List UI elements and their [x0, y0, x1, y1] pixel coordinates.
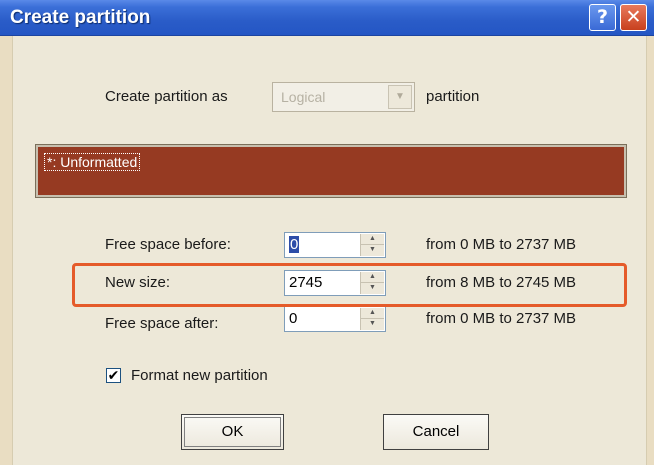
- partition-type-label: Create partition as: [105, 88, 228, 105]
- partition-bar-label: *: Unformatted: [44, 153, 141, 171]
- free-space-after-range: from 0 MB to 2737 MB: [426, 310, 577, 327]
- window-title: Create partition: [10, 7, 151, 28]
- close-icon: ✕: [625, 6, 642, 28]
- help-icon: ?: [596, 6, 609, 28]
- help-button[interactable]: ?: [589, 4, 616, 31]
- ok-button[interactable]: OK: [181, 414, 284, 450]
- free-space-before-value[interactable]: 0: [289, 236, 300, 253]
- free-space-after-spin-buttons[interactable]: ▲ ▼: [360, 308, 384, 330]
- free-space-before-label: Free space before:: [105, 236, 231, 253]
- free-space-after-value[interactable]: 0: [289, 310, 297, 327]
- partition-type-dropdown[interactable]: Logical ▼: [272, 82, 415, 112]
- free-space-before-spin-buttons[interactable]: ▲ ▼: [360, 234, 384, 256]
- free-space-after-spinner[interactable]: 0 ▲ ▼: [284, 306, 386, 332]
- spin-up-icon[interactable]: ▲: [361, 308, 384, 319]
- free-space-before-range: from 0 MB to 2737 MB: [426, 236, 577, 253]
- free-space-before-spinner[interactable]: 0 ▲ ▼: [284, 232, 386, 258]
- cancel-button[interactable]: Cancel: [383, 414, 489, 450]
- title-bar[interactable]: Create partition ? ✕: [0, 0, 654, 36]
- spin-down-icon[interactable]: ▼: [361, 245, 384, 256]
- format-partition-label[interactable]: Format new partition: [131, 367, 268, 384]
- free-space-after-label: Free space after:: [105, 315, 219, 332]
- chevron-down-icon[interactable]: ▼: [388, 85, 412, 109]
- partition-suffix-label: partition: [426, 88, 480, 105]
- spin-up-icon[interactable]: ▲: [361, 234, 384, 245]
- new-size-highlight-annotation: [72, 263, 627, 307]
- partition-type-value: Logical: [281, 89, 326, 105]
- format-partition-checkbox[interactable]: ✔: [106, 368, 121, 383]
- checkmark-icon: ✔: [107, 367, 120, 383]
- close-button[interactable]: ✕: [620, 4, 647, 31]
- spin-down-icon[interactable]: ▼: [361, 319, 384, 330]
- partition-map-bar[interactable]: *: Unformatted: [35, 144, 627, 198]
